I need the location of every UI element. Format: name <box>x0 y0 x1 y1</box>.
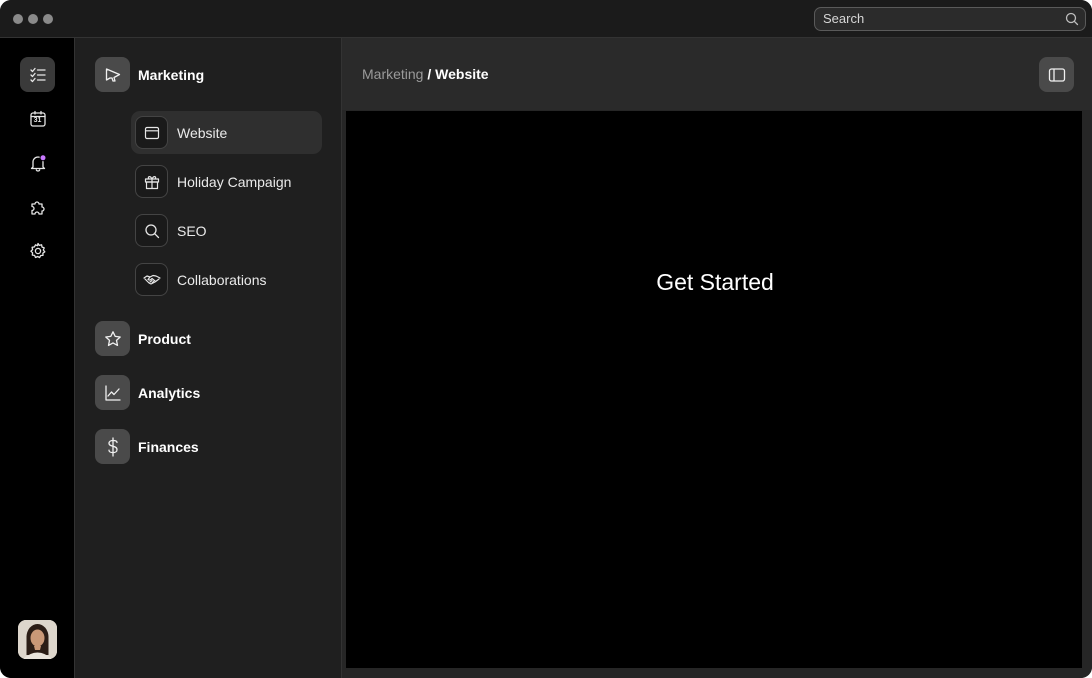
gear-icon <box>29 242 47 260</box>
search-icon <box>135 214 168 247</box>
rail-calendar-button[interactable]: 31 <box>20 101 55 136</box>
main-content: Marketing / Website Get Started <box>342 38 1092 678</box>
nav-item-collaborations[interactable]: Collaborations <box>131 258 322 301</box>
toggle-sidebar-button[interactable] <box>1039 57 1074 92</box>
puzzle-icon <box>29 198 47 216</box>
checklist-icon <box>29 66 47 84</box>
nav-section-marketing[interactable]: Marketing <box>95 57 204 92</box>
calendar-icon: 31 <box>29 110 47 128</box>
breadcrumb-current: Website <box>435 66 489 82</box>
bell-icon <box>29 153 47 172</box>
search-placeholder: Search <box>823 11 865 26</box>
nav-item-label: Holiday Campaign <box>177 173 292 190</box>
browser-window-icon <box>135 116 168 149</box>
window-minimize-button[interactable] <box>28 14 38 24</box>
line-chart-icon <box>95 375 130 410</box>
calendar-day-label: 31 <box>33 116 42 124</box>
search-icon <box>1065 12 1079 26</box>
handshake-icon <box>135 263 168 296</box>
breadcrumb-parent[interactable]: Marketing <box>362 66 423 82</box>
dollar-icon <box>95 429 130 464</box>
navigation-panel: Marketing Website Holiday Campaign SEO C… <box>75 38 342 678</box>
nav-item-website[interactable]: Website <box>131 111 322 154</box>
sidebar-panel-icon <box>1048 67 1066 83</box>
star-icon <box>95 321 130 356</box>
nav-item-seo[interactable]: SEO <box>131 209 322 252</box>
rail-settings-button[interactable] <box>20 233 55 268</box>
user-avatar[interactable] <box>18 620 57 659</box>
content-canvas[interactable] <box>346 111 1082 668</box>
gift-icon <box>135 165 168 198</box>
rail-integrations-button[interactable] <box>20 189 55 224</box>
rail-tasks-button[interactable] <box>20 57 55 92</box>
title-bar: Search <box>0 0 1092 38</box>
search-input[interactable]: Search <box>814 7 1086 31</box>
window-maximize-button[interactable] <box>43 14 53 24</box>
nav-section-label: Marketing <box>138 66 205 83</box>
nav-item-label: SEO <box>177 222 207 239</box>
rail-notifications-button[interactable] <box>20 145 55 180</box>
breadcrumb-separator: / <box>423 66 436 82</box>
app-window: Search 31 Marketing Website Holiday Camp… <box>0 0 1092 678</box>
nav-section-label: Finances <box>138 438 199 455</box>
nav-section-finances[interactable]: Finances <box>95 429 199 464</box>
nav-section-analytics[interactable]: Analytics <box>95 375 200 410</box>
nav-section-label: Product <box>138 330 191 347</box>
breadcrumb: Marketing / Website <box>362 66 489 82</box>
nav-item-label: Collaborations <box>177 271 267 288</box>
nav-item-label: Website <box>177 124 228 141</box>
nav-item-holiday-campaign[interactable]: Holiday Campaign <box>131 160 322 203</box>
megaphone-icon <box>95 57 130 92</box>
get-started-text[interactable]: Get Started <box>342 269 1088 296</box>
icon-rail: 31 <box>0 38 75 678</box>
nav-section-product[interactable]: Product <box>95 321 191 356</box>
nav-section-label: Analytics <box>138 384 201 401</box>
window-close-button[interactable] <box>13 14 23 24</box>
content-header: Marketing / Website <box>342 38 1092 110</box>
